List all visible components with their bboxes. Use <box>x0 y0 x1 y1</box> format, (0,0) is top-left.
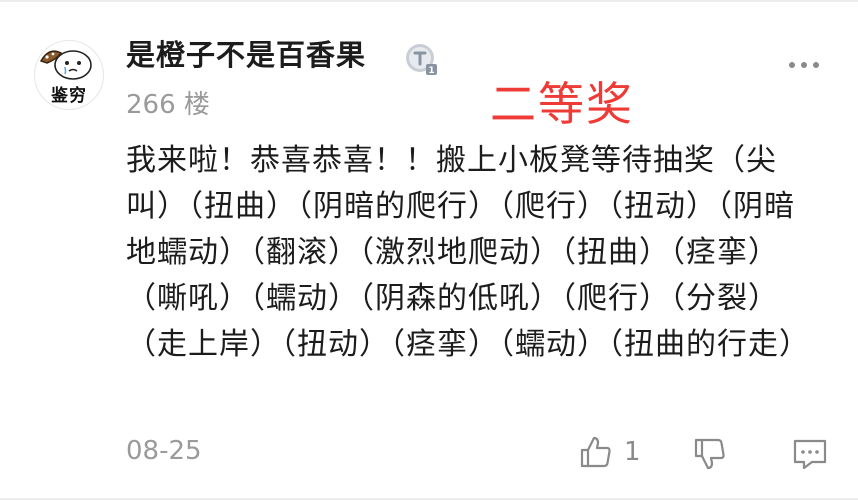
comment-card: 鉴穷 是橙子不是百香果 1 266 楼 二等奖 我来啦！恭喜恭喜！！搬上小板凳等… <box>0 0 858 500</box>
like-button[interactable]: 1 <box>578 432 641 472</box>
avatar[interactable]: 鉴穷 <box>34 40 104 110</box>
like-count: 1 <box>624 437 641 467</box>
level-badge-icon: 1 <box>406 44 437 76</box>
username[interactable]: 是橙子不是百香果 <box>126 32 366 74</box>
avatar-caption: 鉴穷 <box>51 86 87 106</box>
thumbs-up-icon <box>580 436 611 468</box>
thumbs-down-icon[interactable] <box>690 434 730 474</box>
comment-icon[interactable] <box>790 434 830 474</box>
post-date: 08-25 <box>126 436 202 466</box>
floor-number: 266 楼 <box>126 90 210 120</box>
more-dots-icon[interactable] <box>786 58 822 72</box>
svg-text:1: 1 <box>428 66 434 76</box>
comment-text: 我来啦！恭喜恭喜！！搬上小板凳等待抽奖（尖叫）（扭曲）（阴暗的爬行）（爬行）（扭… <box>126 143 810 362</box>
prize-label: 二等奖 <box>490 77 634 131</box>
